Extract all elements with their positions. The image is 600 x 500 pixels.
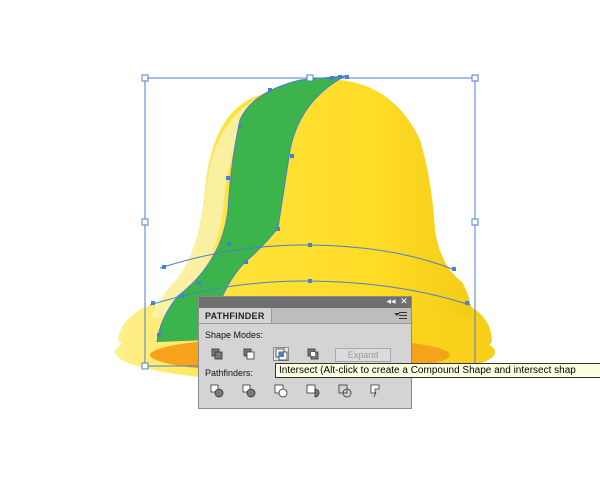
divide-icon bbox=[210, 384, 224, 398]
close-icon[interactable]: ✕ bbox=[398, 297, 410, 308]
outline-icon bbox=[338, 384, 352, 398]
intersect-shape-areas-button[interactable] bbox=[273, 347, 289, 361]
subtract-from-shape-area-icon bbox=[243, 348, 255, 360]
trim-button[interactable] bbox=[241, 384, 257, 398]
merge-icon bbox=[274, 384, 288, 398]
panel-menu-icon[interactable] bbox=[394, 310, 408, 320]
shape-modes-label: Shape Modes: bbox=[205, 330, 264, 340]
merge-button[interactable] bbox=[273, 384, 289, 398]
artboard-canvas bbox=[115, 74, 495, 382]
exclude-overlapping-shape-areas-icon bbox=[307, 348, 319, 360]
minus-back-button[interactable] bbox=[369, 384, 385, 398]
crop-button[interactable] bbox=[305, 384, 321, 398]
add-to-shape-area-icon bbox=[211, 348, 223, 360]
minus-back-icon bbox=[370, 384, 380, 398]
double-arrow-icon[interactable]: ◂◂ bbox=[385, 297, 397, 308]
intersect-tooltip: Intersect (Alt-click to create a Compoun… bbox=[275, 363, 600, 378]
outline-button[interactable] bbox=[337, 384, 353, 398]
add-to-shape-area-button[interactable] bbox=[209, 347, 225, 361]
crop-icon bbox=[306, 384, 320, 398]
subtract-from-shape-area-button[interactable] bbox=[241, 347, 257, 361]
divide-button[interactable] bbox=[209, 384, 225, 398]
exclude-overlapping-shape-areas-button[interactable] bbox=[305, 347, 321, 361]
pathfinder-panel: ◂◂ ✕ PATHFINDER Shape Modes: Expand Path… bbox=[198, 296, 412, 409]
tab-pathfinder[interactable]: PATHFINDER bbox=[199, 308, 272, 323]
panel-tab-row: PATHFINDER bbox=[199, 308, 411, 324]
intersect-shape-areas-icon bbox=[275, 348, 288, 361]
pathfinders-label: Pathfinders: bbox=[205, 368, 254, 378]
panel-titlebar[interactable]: ◂◂ ✕ bbox=[199, 297, 411, 308]
expand-button[interactable]: Expand bbox=[335, 348, 391, 362]
trim-icon bbox=[242, 384, 256, 398]
